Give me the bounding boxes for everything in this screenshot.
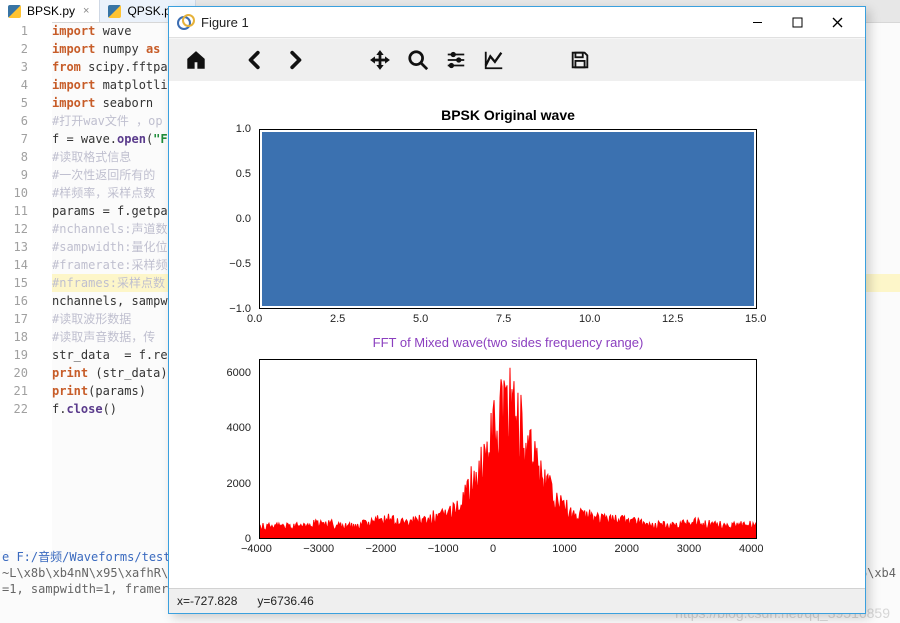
xtick: 12.5	[662, 313, 683, 325]
waveform-fill	[262, 132, 754, 306]
back-icon[interactable]	[237, 43, 275, 77]
plot1-title: BPSK Original wave	[259, 107, 757, 123]
figure-canvas[interactable]: BPSK Original wave 1.00.50.0−0.5−1.00.02…	[169, 81, 865, 589]
xtick: 1000	[552, 543, 576, 555]
xtick: −1000	[428, 543, 459, 555]
xtick: 4000	[739, 543, 763, 555]
xtick: 10.0	[579, 313, 600, 325]
ytick: 1.0	[211, 123, 251, 135]
ytick: 6000	[211, 367, 251, 379]
fold-gutter	[36, 22, 52, 551]
status-x: x=-727.828	[177, 594, 237, 608]
ytick: −1.0	[211, 303, 251, 315]
pan-icon[interactable]	[361, 43, 399, 77]
figure-statusbar: x=-727.828 y=6736.46	[169, 588, 865, 613]
plot2-axes	[259, 359, 757, 539]
xtick: 2000	[615, 543, 639, 555]
xtick: −2000	[366, 543, 397, 555]
plot2-title: FFT of Mixed wave(two sides frequency ra…	[259, 335, 757, 350]
xtick: −4000	[241, 543, 272, 555]
figure-toolbar	[169, 38, 865, 82]
xtick: 0.0	[247, 313, 262, 325]
matplotlib-icon	[177, 14, 193, 30]
save-icon[interactable]	[561, 43, 599, 77]
maximize-button[interactable]	[777, 7, 817, 37]
home-icon[interactable]	[177, 43, 215, 77]
tab-bpsk[interactable]: BPSK.py ×	[0, 0, 100, 22]
ytick: −0.5	[211, 258, 251, 270]
close-button[interactable]	[817, 7, 857, 37]
ytick: 0.5	[211, 168, 251, 180]
xtick: 7.5	[496, 313, 511, 325]
figure-window: Figure 1	[168, 6, 866, 614]
xtick: 2.5	[330, 313, 345, 325]
ytick: 2000	[211, 478, 251, 490]
tab-label: BPSK.py	[27, 4, 75, 18]
plot-bpsk: BPSK Original wave 1.00.50.0−0.5−1.00.02…	[259, 129, 757, 309]
ytick: 4000	[211, 422, 251, 434]
xtick: −3000	[303, 543, 334, 555]
xtick: 15.0	[745, 313, 766, 325]
plot-fft: 6000400020000−4000−3000−2000−10000100020…	[259, 359, 757, 539]
configure-subplots-icon[interactable]	[437, 43, 475, 77]
forward-icon[interactable]	[275, 43, 313, 77]
zoom-icon[interactable]	[399, 43, 437, 77]
tab-label: QPSK.p	[127, 4, 170, 18]
xtick: 3000	[677, 543, 701, 555]
python-icon	[108, 5, 121, 18]
close-icon[interactable]: ×	[81, 5, 91, 17]
xtick: 5.0	[413, 313, 428, 325]
ytick: 0.0	[211, 213, 251, 225]
line-number-gutter: 12345678910111213141516171819202122	[0, 22, 36, 551]
python-icon	[8, 5, 21, 18]
minimize-button[interactable]	[737, 7, 777, 37]
xtick: 0	[490, 543, 496, 555]
status-y: y=6736.46	[257, 594, 313, 608]
plot1-axes	[259, 129, 757, 309]
window-titlebar[interactable]: Figure 1	[169, 7, 865, 38]
window-title: Figure 1	[201, 15, 249, 30]
edit-axes-icon[interactable]	[475, 43, 513, 77]
